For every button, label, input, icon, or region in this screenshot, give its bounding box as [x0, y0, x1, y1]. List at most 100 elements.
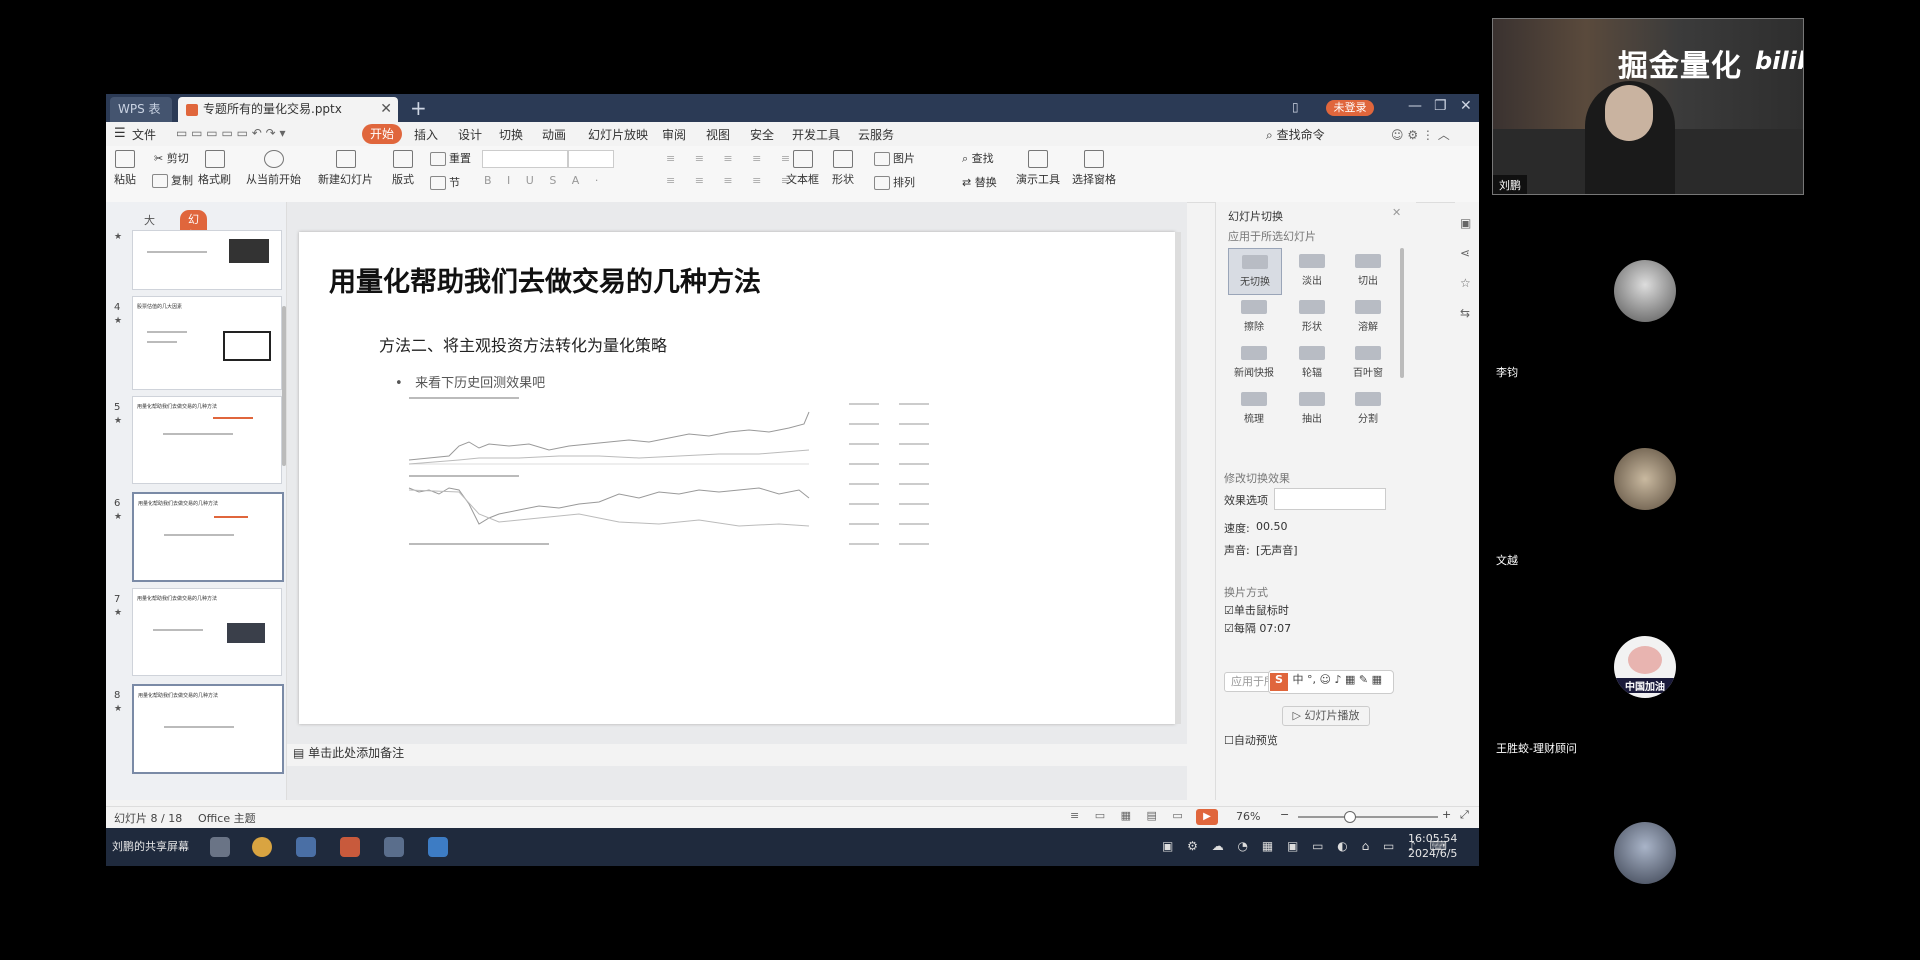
- every-value[interactable]: 07:07: [1259, 622, 1291, 635]
- ime-toolbar[interactable]: S 中 °, ☺ ♪ ▦ ✎ ▦: [1268, 670, 1394, 694]
- effect-shape[interactable]: 形状: [1286, 300, 1338, 333]
- slide-subtitle[interactable]: 方法二、将主观投资方法转化为量化策略: [379, 332, 667, 356]
- participant-avatar[interactable]: [1614, 822, 1676, 884]
- layout-button[interactable]: 版式: [392, 150, 414, 187]
- app-icon-ppt[interactable]: [340, 837, 360, 857]
- slide-thumbnail[interactable]: 股票估值的几大因素: [132, 296, 282, 390]
- search-command[interactable]: ⌕ 查找命令: [1266, 126, 1325, 143]
- view-buttons[interactable]: ≡ ▭ ▦ ▤ ▭: [1070, 809, 1189, 822]
- zoom-slider-knob[interactable]: [1344, 811, 1356, 823]
- slide-bullet[interactable]: • 来看下历史回测效果吧: [395, 372, 545, 391]
- effect-wipe[interactable]: 擦除: [1228, 300, 1280, 333]
- transition-icon[interactable]: ▣: [1460, 216, 1471, 230]
- effect-cut[interactable]: 切出: [1342, 254, 1394, 287]
- speed-value[interactable]: 00.50: [1256, 520, 1288, 533]
- from-current-button[interactable]: 从当前开始: [246, 150, 301, 187]
- panel-close-icon[interactable]: ✕: [1392, 206, 1401, 219]
- effect-wheel[interactable]: 轮辐: [1286, 346, 1338, 379]
- replace-button[interactable]: ⇄ 替换: [962, 174, 997, 190]
- quick-access-icons[interactable]: ▭ ▭ ▭ ▭ ▭ ↶ ↷ ▾: [176, 126, 286, 140]
- arrange-button[interactable]: 排列: [874, 174, 915, 190]
- on-click-option[interactable]: ☑单击鼠标时: [1224, 602, 1289, 618]
- zoom-in-icon[interactable]: +: [1442, 808, 1451, 821]
- picture-button[interactable]: 图片: [874, 150, 915, 166]
- effect-comb[interactable]: 梳理: [1228, 392, 1280, 425]
- menu-review[interactable]: 审阅: [662, 126, 686, 143]
- font-name-select[interactable]: [482, 150, 568, 168]
- app-icon-photos[interactable]: [384, 837, 404, 857]
- select-pane-button[interactable]: 选择窗格: [1072, 150, 1116, 187]
- tab-document[interactable]: 专题所有的量化交易.pptx ✕: [178, 97, 398, 122]
- zoom-out-icon[interactable]: −: [1280, 808, 1289, 821]
- effect-fade[interactable]: 淡出: [1286, 254, 1338, 287]
- align-buttons[interactable]: ≡ ≡ ≡ ≡ ≡: [666, 174, 798, 187]
- shape-button[interactable]: 形状: [832, 150, 854, 187]
- new-slide-button[interactable]: 新建幻灯片: [318, 150, 373, 187]
- menu-transition[interactable]: 切换: [499, 126, 523, 143]
- auto-preview-option[interactable]: ☐自动预览: [1224, 732, 1278, 748]
- minimize-icon[interactable]: —: [1408, 98, 1422, 114]
- tab-wps[interactable]: WPS 表格: [110, 97, 172, 141]
- slide-thumbnail[interactable]: 用量化帮助我们去做交易的几种方法: [132, 396, 282, 484]
- zoom-level[interactable]: 76%: [1236, 810, 1260, 823]
- menu-animation[interactable]: 动画: [542, 126, 566, 143]
- presenter-tools-button[interactable]: 演示工具: [1016, 150, 1060, 187]
- app-icon-wps[interactable]: [296, 837, 316, 857]
- app-icon-browser[interactable]: [252, 837, 272, 857]
- hamburger-icon[interactable]: ☰: [114, 126, 126, 141]
- menu-insert[interactable]: 插入: [414, 126, 438, 143]
- effects-scrollbar[interactable]: [1400, 248, 1404, 378]
- backtest-chart-image[interactable]: [399, 394, 939, 564]
- slide-thumbnail-current[interactable]: 用量化帮助我们去做交易的几种方法: [132, 684, 284, 774]
- sound-select[interactable]: [无声音]: [1256, 542, 1298, 558]
- effect-option-select[interactable]: [1274, 488, 1386, 510]
- effect-dissolve[interactable]: 溶解: [1342, 300, 1394, 333]
- slideshow-play-button[interactable]: ▶: [1196, 809, 1218, 825]
- taskbar-clock[interactable]: 16:05:54 2024/6/5: [1408, 831, 1457, 861]
- effect-pull[interactable]: 抽出: [1286, 392, 1338, 425]
- find-button[interactable]: ⌕ 查找: [962, 150, 994, 166]
- slide-thumbnail[interactable]: 用量化帮助我们去做交易的几种方法: [132, 492, 284, 582]
- slide-title[interactable]: 用量化帮助我们去做交易的几种方法: [329, 260, 761, 299]
- reset-button[interactable]: 重置: [430, 150, 471, 166]
- textbox-button[interactable]: 文本框: [786, 150, 819, 187]
- menu-file[interactable]: 文件: [132, 126, 156, 143]
- star-icon[interactable]: ☆: [1460, 276, 1471, 290]
- layout-icon[interactable]: ▯: [1292, 100, 1299, 114]
- menu-security[interactable]: 安全: [750, 126, 774, 143]
- fit-window-icon[interactable]: ⤢: [1460, 808, 1469, 822]
- paragraph-buttons[interactable]: ≡ ≡ ≡ ≡ ≡: [666, 152, 798, 165]
- participant-avatar[interactable]: [1614, 448, 1676, 510]
- participant-avatar[interactable]: [1614, 260, 1676, 322]
- effect-none[interactable]: 无切换: [1228, 248, 1282, 295]
- section-button[interactable]: 节: [430, 174, 460, 190]
- maximize-icon[interactable]: ❐: [1434, 98, 1447, 114]
- play-slide-button[interactable]: ▷ 幻灯片播放: [1282, 706, 1370, 726]
- menu-developer[interactable]: 开发工具: [792, 126, 840, 143]
- font-style-buttons[interactable]: B I U S A ·: [484, 174, 604, 187]
- slide-thumbnail[interactable]: [132, 230, 282, 290]
- tab-close-icon[interactable]: ✕: [380, 97, 392, 122]
- animation-icon[interactable]: ⇆: [1460, 306, 1470, 320]
- panel-scrollbar[interactable]: [282, 306, 286, 466]
- close-icon[interactable]: ✕: [1460, 98, 1472, 114]
- cut-button[interactable]: ✂ 剪切: [154, 150, 189, 166]
- menu-slideshow[interactable]: 幻灯片放映: [588, 126, 648, 143]
- slide-thumbnail[interactable]: 用量化帮助我们去做交易的几种方法: [132, 588, 282, 676]
- format-painter-button[interactable]: 格式刷: [198, 150, 231, 187]
- menu-view[interactable]: 视图: [706, 126, 730, 143]
- menu-cloud[interactable]: 云服务: [858, 126, 894, 143]
- new-tab-icon[interactable]: +: [410, 96, 427, 120]
- every-option[interactable]: ☑每隔 07:07: [1224, 620, 1291, 636]
- copy-button[interactable]: 复制: [152, 172, 193, 188]
- app-icon-chart[interactable]: [428, 837, 448, 857]
- effect-split[interactable]: 分割: [1342, 392, 1394, 425]
- effect-newsflash[interactable]: 新闻快报: [1228, 346, 1280, 379]
- menu-start[interactable]: 开始: [362, 124, 403, 144]
- zoom-slider[interactable]: [1298, 816, 1438, 818]
- effect-blinds[interactable]: 百叶窗: [1342, 346, 1394, 379]
- login-button[interactable]: 未登录: [1326, 100, 1374, 116]
- settings-icons[interactable]: ☺ ⚙ ⋮ ︿: [1391, 126, 1450, 143]
- font-size-select[interactable]: [568, 150, 614, 168]
- menu-design[interactable]: 设计: [458, 126, 482, 143]
